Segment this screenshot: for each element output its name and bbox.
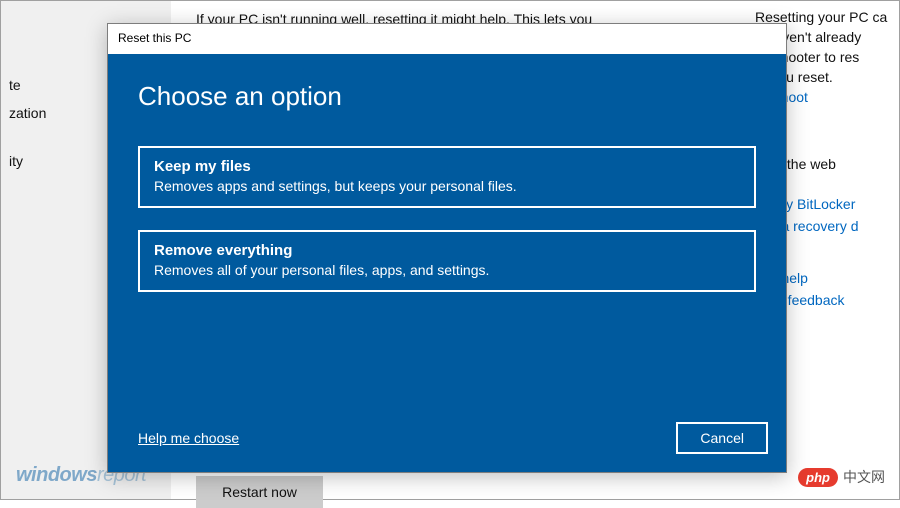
reset-pc-dialog: Reset this PC Choose an option Keep my f… bbox=[107, 23, 787, 473]
dialog-title: Reset this PC bbox=[108, 24, 786, 54]
help-me-choose-link[interactable]: Help me choose bbox=[138, 430, 239, 446]
option-keep-my-files[interactable]: Keep my files Removes apps and settings,… bbox=[138, 146, 756, 208]
option-desc: Removes all of your personal files, apps… bbox=[154, 262, 740, 278]
option-title: Remove everything bbox=[154, 242, 740, 259]
option-title: Keep my files bbox=[154, 158, 740, 175]
option-desc: Removes apps and settings, but keeps you… bbox=[154, 178, 740, 194]
watermark-phpcn: php 中文网 bbox=[798, 467, 885, 487]
restart-now-button[interactable]: Restart now bbox=[196, 476, 323, 508]
cancel-button[interactable]: Cancel bbox=[676, 422, 768, 454]
option-remove-everything[interactable]: Remove everything Removes all of your pe… bbox=[138, 230, 756, 292]
dialog-heading: Choose an option bbox=[138, 81, 756, 112]
